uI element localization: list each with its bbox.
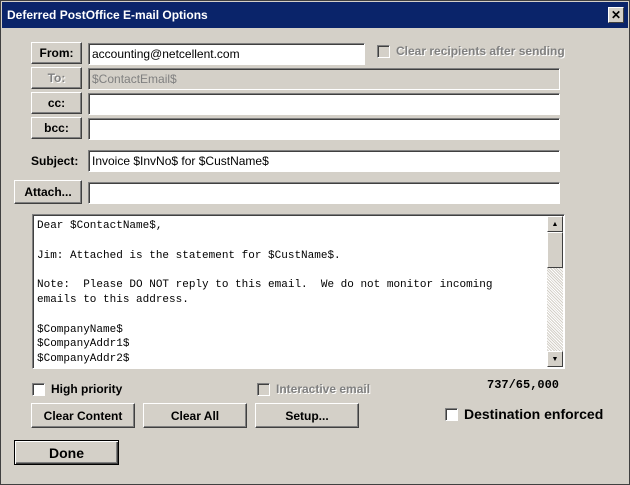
cc-button-label: cc: [47, 96, 66, 110]
title-bar[interactable]: Deferred PostOffice E-mail Options ✕ [2, 2, 628, 28]
body-scrollbar[interactable]: ▲ ▼ [547, 216, 563, 367]
setup-label: Setup... [285, 408, 329, 423]
message-body-line [37, 308, 545, 323]
message-body[interactable]: Dear $ContactName$, Jim: Attached is the … [32, 214, 565, 369]
to-button-label: To: [47, 71, 66, 85]
destination-enforced-box[interactable] [445, 407, 458, 421]
from-button[interactable]: From: [31, 42, 82, 64]
message-body-line: Jim: Attached is the statement for $Cust… [37, 249, 341, 262]
attach-button[interactable]: Attach... [14, 180, 82, 204]
window-title: Deferred PostOffice E-mail Options [7, 8, 208, 22]
high-priority-box[interactable] [32, 382, 45, 396]
clear-all-button[interactable]: Clear All [143, 403, 247, 428]
interactive-email-label: Interactive email [276, 382, 371, 396]
interactive-email-checkbox[interactable]: Interactive email [257, 382, 370, 396]
setup-button[interactable]: Setup... [255, 403, 359, 428]
message-body-line: Dear $ContactName$, [37, 220, 163, 232]
subject-field[interactable]: Invoice $InvNo$ for $CustName$ [88, 150, 560, 172]
clear-all-label: Clear All [170, 408, 220, 423]
close-button[interactable]: ✕ [608, 7, 624, 23]
message-body-line: $CompanyAddr2$ [37, 353, 130, 366]
to-field[interactable]: $ContactEmail$ [88, 68, 560, 90]
clear-recipients-box[interactable] [377, 44, 390, 58]
scroll-up-button[interactable]: ▲ [547, 216, 563, 232]
high-priority-checkbox[interactable]: High priority [32, 382, 122, 396]
bcc-button[interactable]: bcc: [31, 117, 82, 139]
bcc-button-label: bcc: [44, 121, 69, 135]
scroll-thumb[interactable] [547, 232, 563, 268]
destination-enforced-checkbox[interactable]: Destination enforced [445, 406, 603, 422]
from-field[interactable]: accounting@netcellent.com [88, 43, 365, 65]
message-body-line: Note: Please DO NOT reply to this email.… [37, 279, 493, 292]
done-button[interactable]: Done [14, 440, 119, 465]
message-body-line [37, 263, 545, 278]
message-body-line [37, 234, 545, 249]
clear-recipients-label: Clear recipients after sending [396, 44, 565, 58]
scroll-down-icon: ▼ [551, 355, 559, 363]
clear-content-button[interactable]: Clear Content [31, 403, 135, 428]
cc-button[interactable]: cc: [31, 92, 82, 114]
bcc-field[interactable] [88, 118, 560, 140]
message-body-line: $CompanyName$ [37, 323, 123, 336]
attach-field[interactable] [88, 182, 560, 204]
scroll-down-button[interactable]: ▼ [547, 351, 563, 367]
scroll-up-icon: ▲ [551, 220, 559, 228]
message-body-text[interactable]: Dear $ContactName$, Jim: Attached is the … [37, 219, 545, 367]
destination-enforced-label: Destination enforced [464, 406, 604, 422]
clear-recipients-checkbox[interactable]: Clear recipients after sending [377, 44, 565, 58]
interactive-email-box[interactable] [257, 382, 270, 396]
from-button-label: From: [39, 46, 74, 60]
email-options-dialog: Deferred PostOffice E-mail Options ✕ Fro… [0, 0, 630, 485]
attach-button-label: Attach... [24, 185, 72, 199]
to-button[interactable]: To: [31, 67, 82, 89]
message-body-line: emails to this address. [37, 293, 189, 306]
done-label: Done [49, 444, 84, 461]
message-body-line: $CompanyAddr1$ [37, 338, 130, 351]
high-priority-label: High priority [51, 382, 123, 396]
clear-content-label: Clear Content [43, 408, 123, 423]
cc-field[interactable] [88, 93, 560, 115]
character-counter: 737/65,000 [487, 378, 560, 392]
close-icon: ✕ [610, 8, 622, 22]
subject-label: Subject: [31, 154, 79, 168]
